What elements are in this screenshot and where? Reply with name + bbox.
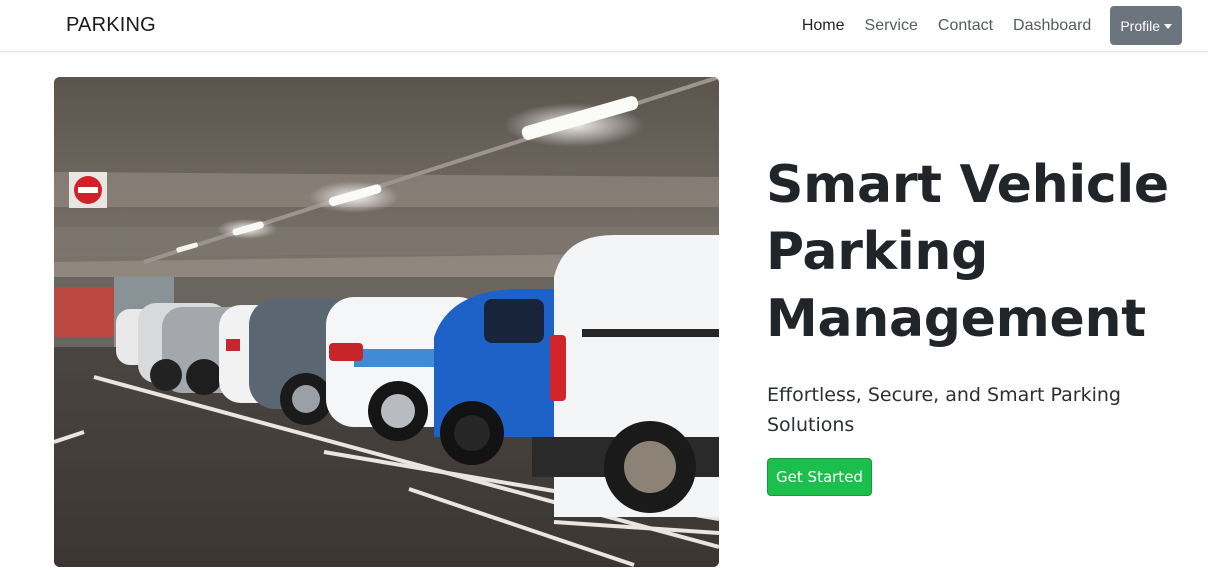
- caret-down-icon: [1164, 23, 1172, 29]
- nav-menu: Home Service Contact Dashboard Profile: [792, 6, 1182, 45]
- parking-garage-illustration: [54, 77, 719, 567]
- hero-parking-garage-image: [54, 77, 719, 567]
- nav-link-dashboard[interactable]: Dashboard: [1003, 6, 1101, 45]
- profile-dropdown-button[interactable]: Profile: [1110, 6, 1182, 45]
- hero-title-line-1: Smart Vehicle: [766, 155, 1169, 215]
- hero-title-line-3: Management: [766, 289, 1146, 349]
- nav-link-home[interactable]: Home: [792, 6, 855, 45]
- navbar: PARKING Home Service Contact Dashboard P…: [0, 0, 1208, 52]
- nav-link-service[interactable]: Service: [855, 6, 928, 45]
- get-started-button[interactable]: Get Started: [767, 458, 872, 496]
- hero-title: Smart Vehicle Parking Management: [766, 152, 1186, 353]
- nav-link-contact[interactable]: Contact: [928, 6, 1003, 45]
- profile-button-label: Profile: [1120, 17, 1160, 34]
- hero-subtitle: Effortless, Secure, and Smart Parking So…: [767, 384, 1121, 436]
- brand-logo-link[interactable]: PARKING: [66, 14, 156, 37]
- hero-title-line-2: Parking: [766, 222, 988, 282]
